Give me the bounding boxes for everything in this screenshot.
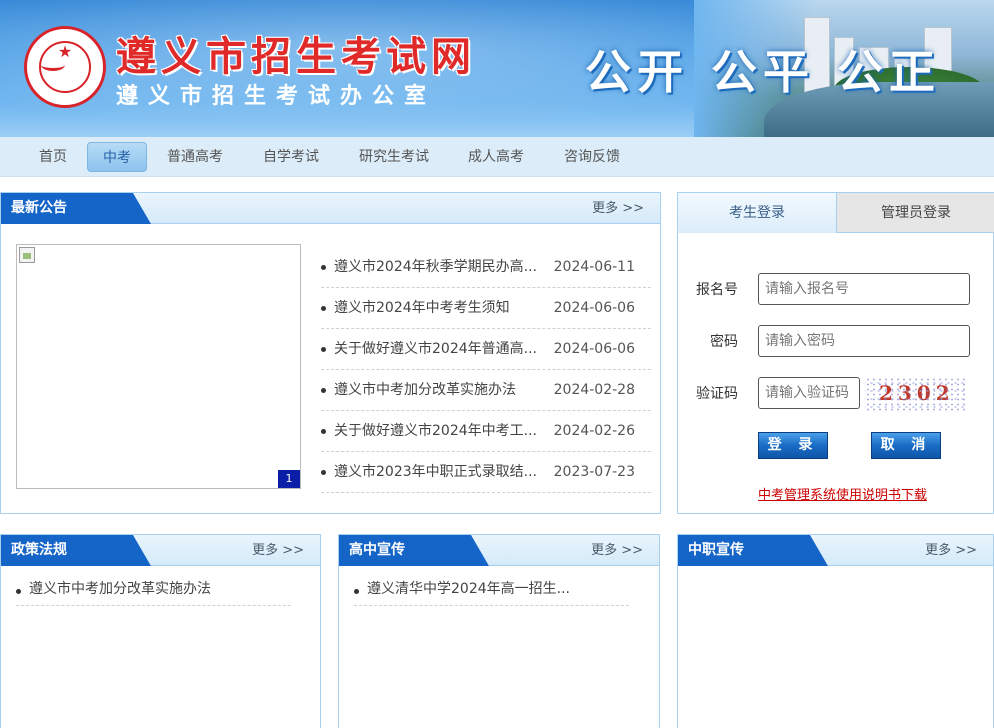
bullet-icon	[321, 306, 326, 311]
news-item[interactable]: 遵义市中考加分改革实施办法 2024-02-28	[321, 370, 651, 411]
panel-header: 政策法规 更多 >>	[1, 535, 320, 566]
tab-student-login[interactable]: 考生登录	[678, 193, 837, 233]
reg-number-label: 报名号	[696, 282, 738, 298]
list-item-title[interactable]: 遵义清华中学2024年高一招生...	[367, 576, 570, 603]
nav-item-zhongkao[interactable]: 中考	[87, 142, 147, 172]
captcha-input[interactable]	[758, 377, 860, 409]
news-title[interactable]: 关于做好遵义市2024年中考工...	[334, 411, 537, 452]
more-link[interactable]: 更多 >>	[252, 535, 304, 566]
bullet-icon	[321, 388, 326, 393]
news-title[interactable]: 遵义市2023年中职正式录取结...	[334, 452, 537, 493]
policy-panel: 政策法规 更多 >> 遵义市中考加分改革实施办法	[0, 534, 321, 728]
news-item[interactable]: 遵义市2023年中职正式录取结... 2023-07-23	[321, 452, 651, 493]
bullet-icon	[354, 589, 359, 594]
nav-item-feedback[interactable]: 咨询反馈	[554, 142, 630, 172]
panel-title: 最新公告	[1, 193, 151, 224]
news-date: 2024-02-28	[553, 382, 635, 398]
image-slideshow[interactable]: 1	[16, 244, 301, 489]
broken-image-icon	[19, 247, 35, 263]
panel-header: 中职宣传 更多 >>	[678, 535, 993, 566]
news-item[interactable]: 遵义市2024年秋季学期民办高... 2024-06-11	[321, 247, 651, 288]
news-item[interactable]: 遵义市2024年中考考生须知 2024-06-06	[321, 288, 651, 329]
more-link[interactable]: 更多 >>	[925, 535, 977, 566]
panel-header: 最新公告 更多 >>	[1, 193, 660, 224]
bullet-icon	[321, 429, 326, 434]
main-nav: 首页 中考 普通高考 自学考试 研究生考试 成人高考 咨询反馈	[0, 137, 994, 177]
more-link[interactable]: 更多 >>	[592, 193, 644, 224]
highschool-panel: 高中宣传 更多 >> 遵义清华中学2024年高一招生...	[338, 534, 660, 728]
tab-admin-login[interactable]: 管理员登录	[837, 193, 994, 233]
panel-title: 政策法规	[1, 535, 151, 566]
site-subtitle: 遵义市招生考试办公室	[116, 83, 437, 109]
nav-item-graduate[interactable]: 研究生考试	[348, 142, 440, 172]
news-title[interactable]: 遵义市2024年中考考生须知	[334, 288, 510, 329]
reg-number-input[interactable]	[758, 273, 970, 305]
vocational-panel: 中职宣传 更多 >>	[677, 534, 994, 728]
nav-item-adult[interactable]: 成人高考	[458, 142, 534, 172]
bullet-icon	[321, 470, 326, 475]
slide-indicator[interactable]: 1	[278, 470, 300, 488]
news-date: 2024-02-26	[553, 423, 635, 439]
bullet-icon	[321, 347, 326, 352]
star-icon: ★	[57, 42, 73, 61]
news-title[interactable]: 遵义市2024年秋季学期民办高...	[334, 247, 537, 288]
nav-item-gaokao[interactable]: 普通高考	[157, 142, 233, 172]
slogan: 公开 公平 公正	[585, 45, 942, 99]
nav-item-home[interactable]: 首页	[27, 142, 79, 172]
list-item[interactable]: 遵义清华中学2024年高一招生...	[354, 576, 629, 606]
list-item[interactable]: 遵义市中考加分改革实施办法	[16, 576, 291, 606]
password-label: 密码	[710, 334, 738, 350]
captcha-image[interactable]: 2302	[865, 377, 965, 413]
login-button[interactable]: 登 录	[758, 432, 828, 459]
book-icon	[41, 59, 65, 71]
bullet-icon	[16, 589, 21, 594]
password-input[interactable]	[758, 325, 970, 357]
nav-item-self-study[interactable]: 自学考试	[253, 142, 329, 172]
header-banner: ★ 遵义市招生考试网 遵义市招生考试办公室 公开 公平 公正	[0, 0, 994, 137]
captcha-label: 验证码	[696, 386, 738, 402]
news-item[interactable]: 关于做好遵义市2024年普通高... 2024-06-06	[321, 329, 651, 370]
announcements-panel: 最新公告 更多 >> 1 遵义市2024年秋季学期民办高... 2024-06-…	[0, 192, 661, 514]
panel-title: 中职宣传	[678, 535, 828, 566]
captcha-noise	[865, 377, 965, 413]
news-date: 2024-06-06	[553, 300, 635, 316]
panel-title: 高中宣传	[339, 535, 489, 566]
bullet-icon	[321, 265, 326, 270]
news-date: 2024-06-11	[553, 259, 635, 275]
news-title[interactable]: 关于做好遵义市2024年普通高...	[334, 329, 537, 370]
news-item[interactable]: 关于做好遵义市2024年中考工... 2024-02-26	[321, 411, 651, 452]
more-link[interactable]: 更多 >>	[591, 535, 643, 566]
login-panel: 考生登录 管理员登录 报名号 密码 验证码 2302 登 录 取 消 中考管理系…	[677, 192, 994, 514]
site-logo: ★	[24, 26, 106, 108]
news-title[interactable]: 遵义市中考加分改革实施办法	[334, 370, 516, 411]
cancel-button[interactable]: 取 消	[871, 432, 941, 459]
news-date: 2024-06-06	[553, 341, 635, 357]
list-item-title[interactable]: 遵义市中考加分改革实施办法	[29, 576, 211, 603]
site-title: 遵义市招生考试网	[116, 33, 476, 80]
manual-download-link[interactable]: 中考管理系统使用说明书下载	[758, 484, 927, 503]
panel-header: 高中宣传 更多 >>	[339, 535, 659, 566]
news-date: 2023-07-23	[553, 464, 635, 480]
